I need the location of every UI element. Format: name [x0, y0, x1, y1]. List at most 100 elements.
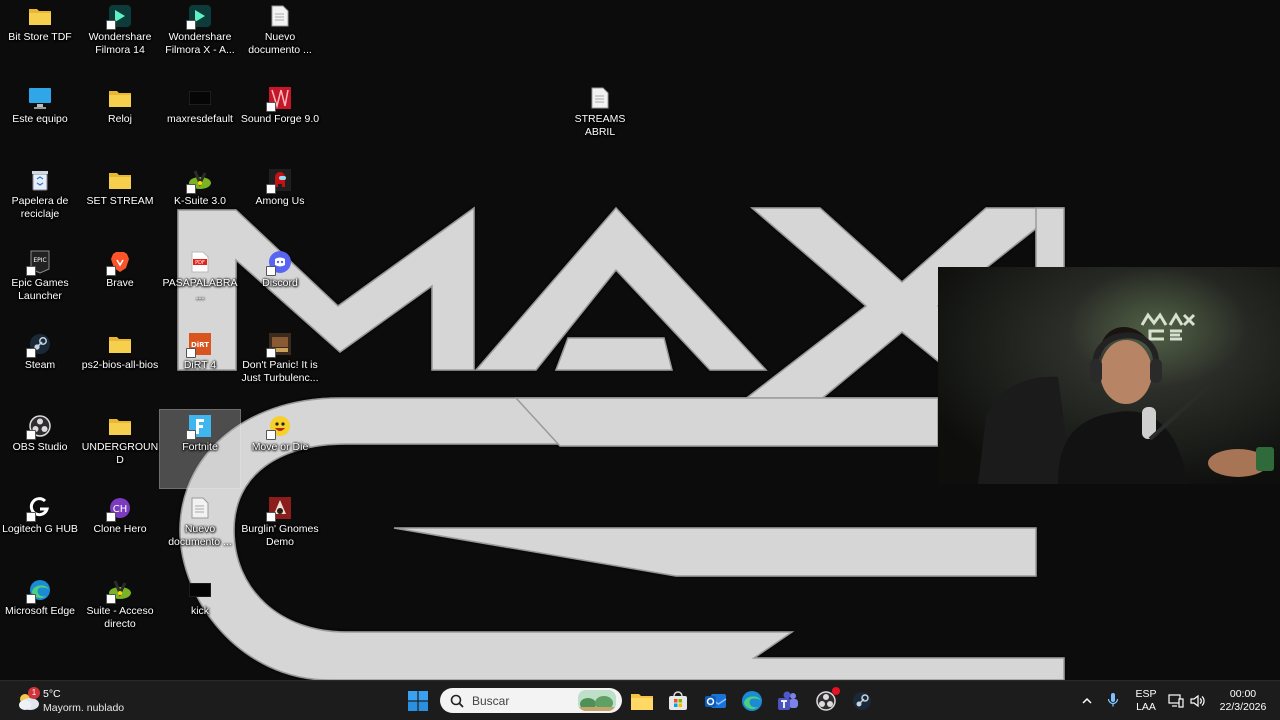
desktop-icon[interactable]: kick — [160, 574, 240, 652]
input-language[interactable]: ESP LAA — [1132, 688, 1160, 714]
desktop-icon[interactable]: ps2-bios-all-bios — [80, 328, 160, 406]
desktop-icon-label: Nuevo documento ... — [248, 31, 312, 56]
show-hidden-icons-button[interactable] — [1080, 693, 1094, 707]
taskbar: 1 5°C Mayorm. nublado ESP LAA 00:00 22/3… — [0, 680, 1280, 720]
taskbar-teams[interactable] — [774, 687, 802, 715]
desktop-icon[interactable]: Among Us — [240, 164, 320, 242]
computer-icon — [28, 86, 52, 110]
svg-text:DiRT: DiRT — [191, 341, 209, 349]
brave-icon — [106, 250, 132, 276]
desktop-icon[interactable]: Este equipo — [0, 82, 80, 160]
desktop-icon[interactable]: OBS Studio — [0, 410, 80, 488]
desktop-icon-label: Microsoft Edge — [4, 605, 76, 617]
svg-text:CH: CH — [113, 504, 128, 515]
desktop-icon[interactable]: Nuevo documento ... — [240, 0, 320, 78]
file-explorer-icon — [631, 694, 653, 710]
edge-icon — [742, 691, 762, 711]
desktop-icon-label: Fortnite — [182, 441, 218, 453]
desktop-icon-label: Brave — [106, 277, 134, 289]
steam-icon — [26, 332, 52, 358]
desktop-icon-label: Among Us — [255, 195, 305, 207]
desktop-icon[interactable]: Nuevo documento ... — [160, 492, 240, 570]
desktop-icon-label: Bit Store TDF — [8, 31, 72, 43]
desktop-icon[interactable]: K-Suite 3.0 — [160, 164, 240, 242]
desktop-icon-label: SET STREAM — [86, 195, 154, 207]
text-document-icon — [268, 4, 292, 28]
weather-temp: 5°C — [43, 688, 61, 700]
desktop-icon[interactable]: EPIC Epic Games Launcher — [0, 246, 80, 324]
desktop-icon[interactable]: Steam — [0, 328, 80, 406]
desktop-icon[interactable]: Burglin' Gnomes Demo — [240, 492, 320, 570]
folder-icon — [28, 4, 52, 28]
desktop-icon[interactable]: Reloj — [80, 82, 160, 160]
desktop-icon-label: Move or Die — [251, 441, 309, 453]
clock[interactable]: 00:00 22/3/2026 — [1212, 688, 1274, 714]
network-tray-button[interactable] — [1168, 693, 1184, 708]
taskbar-microsoft-store[interactable] — [664, 687, 692, 715]
desktop-icon-label: kick — [190, 605, 210, 617]
desktop-icon[interactable]: Logitech G HUB — [0, 492, 80, 570]
microphone-tray-button[interactable] — [1106, 692, 1120, 708]
desktop-icon-label: ps2-bios-all-bios — [81, 359, 159, 371]
desktop-icon-label: PASAPALABRA ... — [162, 277, 238, 302]
desktop-icon-label: OBS Studio — [12, 441, 68, 453]
volume-tray-button[interactable] — [1190, 693, 1206, 708]
desktop-icon[interactable]: Brave — [80, 246, 160, 324]
desktop-icon-label: Steam — [24, 359, 56, 371]
taskbar-edge[interactable] — [738, 687, 766, 715]
desktop-icon[interactable]: DiRT DiRT 4 — [160, 328, 240, 406]
desktop-icon-label: Sound Forge 9.0 — [240, 113, 320, 125]
move-or-die-icon — [266, 414, 292, 440]
burglin-gnomes-icon — [266, 496, 292, 522]
desktop-icon-label: maxresdefault — [167, 113, 233, 125]
desktop-icon[interactable]: Bit Store TDF — [0, 0, 80, 78]
network-icon — [1168, 694, 1184, 708]
search-icon — [450, 694, 464, 708]
desktop-icon-label: Este equipo — [12, 113, 68, 125]
desktop-icon[interactable]: STREAMS ABRIL — [560, 82, 640, 160]
desktop-icon-label: K-Suite 3.0 — [174, 195, 226, 207]
image-file-icon — [188, 578, 212, 602]
desktop-icon[interactable]: UNDERGROUND — [80, 410, 160, 488]
taskbar-outlook[interactable] — [702, 687, 730, 715]
language-code: ESP — [1135, 688, 1157, 700]
desktop-icon[interactable]: Microsoft Edge — [0, 574, 80, 652]
clock-date: 22/3/2026 — [1219, 701, 1267, 713]
image-file-icon — [188, 86, 212, 110]
taskbar-search-box[interactable]: Buscar — [440, 688, 622, 713]
desktop-icon[interactable]: maxresdefault — [160, 82, 240, 160]
desktop-icon[interactable]: Fortnite — [159, 409, 241, 489]
taskbar-steam[interactable] — [848, 687, 876, 715]
obs-icon — [26, 414, 52, 440]
desktop-icon-label: Logitech G HUB — [2, 523, 78, 535]
steam-icon — [853, 692, 871, 710]
desktop-icon[interactable]: Papelera de reciclaje — [0, 164, 80, 242]
desktop-icon[interactable]: Don't Panic! It is Just Turbulenc... — [240, 328, 320, 406]
outlook-icon — [705, 694, 727, 708]
desktop-icon[interactable]: PDF PASAPALABRA ... — [160, 246, 240, 324]
recycle-bin-icon — [28, 168, 52, 192]
desktop-icon[interactable]: Wondershare Filmora 14 — [80, 0, 160, 78]
desktop-icon[interactable]: Wondershare Filmora X - A... — [160, 0, 240, 78]
text-document-icon — [188, 496, 212, 520]
keyboard-layout: LAA — [1136, 701, 1156, 713]
taskbar-file-explorer[interactable] — [628, 687, 656, 715]
desktop-icon[interactable]: CH Clone Hero — [80, 492, 160, 570]
desktop: Bit Store TDF Wondershare Filmora 14 Wonde… — [0, 0, 1280, 680]
game-icon — [266, 332, 292, 358]
desktop-icon[interactable]: Suite - Acceso directo — [80, 574, 160, 652]
recording-indicator — [832, 687, 840, 695]
filmora-icon — [106, 4, 132, 30]
desktop-icon[interactable]: Sound Forge 9.0 — [240, 82, 320, 160]
desktop-icon[interactable]: Discord — [240, 246, 320, 324]
svg-text:EPIC: EPIC — [33, 257, 46, 264]
weather-condition: Mayorm. nublado — [43, 702, 125, 714]
desktop-icon[interactable]: Move or Die — [240, 410, 320, 488]
desktop-icon[interactable]: SET STREAM — [80, 164, 160, 242]
dirt4-icon: DiRT — [186, 332, 212, 358]
taskbar-obs[interactable] — [812, 687, 840, 715]
start-button[interactable] — [404, 687, 432, 715]
desktop-icon-label: Clone Hero — [93, 523, 147, 535]
weather-widget[interactable]: 1 5°C Mayorm. nublado — [12, 685, 152, 717]
clone-hero-icon: CH — [106, 496, 132, 522]
